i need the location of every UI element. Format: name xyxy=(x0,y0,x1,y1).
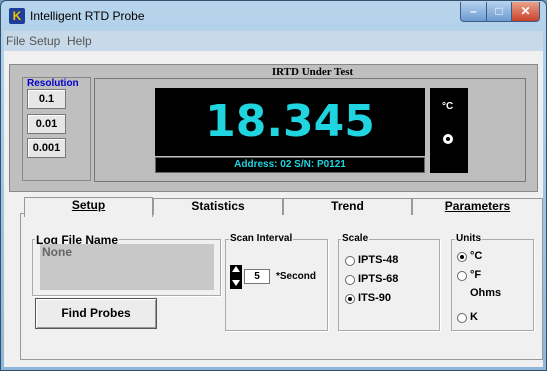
address-serial-label: Address: 02 S/N: P0121 xyxy=(234,159,346,170)
temperature-reading: 18.345 xyxy=(205,96,375,147)
window-title: Intelligent RTD Probe xyxy=(30,9,145,23)
menu-help[interactable]: Help xyxy=(67,34,92,48)
scale-ipts68-radio[interactable] xyxy=(345,275,355,285)
unit-kelvin-radio[interactable] xyxy=(457,313,467,323)
app-logo-icon: K xyxy=(9,8,25,24)
menu-file[interactable]: File xyxy=(6,34,25,48)
menu-bar: File Setup Help xyxy=(4,31,543,51)
unit-celsius-radio[interactable] xyxy=(457,252,467,262)
unit-ohms-label[interactable]: Ohms xyxy=(470,287,501,299)
resolution-0.01-button[interactable]: 0.01 xyxy=(27,114,66,134)
scale-title: Scale xyxy=(341,233,370,244)
device-title: IRTD Under Test xyxy=(271,66,354,78)
tab-parameters[interactable]: Parameters xyxy=(412,198,543,215)
scale-ipts48-radio[interactable] xyxy=(345,256,355,266)
scale-its90-label[interactable]: ITS-90 xyxy=(358,292,391,304)
scale-ipts68-label[interactable]: IPTS-68 xyxy=(358,273,398,285)
status-indicator-icon xyxy=(443,134,453,144)
tab-setup[interactable]: Setup xyxy=(24,197,153,217)
resolution-0.1-button[interactable]: 0.1 xyxy=(27,89,66,109)
tab-statistics[interactable]: Statistics xyxy=(153,198,283,215)
unit-fahrenheit-radio[interactable] xyxy=(457,271,467,281)
close-button[interactable]: ✕ xyxy=(511,2,540,22)
scale-ipts48-label[interactable]: IPTS-48 xyxy=(358,254,398,266)
spin-up-icon[interactable] xyxy=(232,266,240,272)
resolution-0.001-button[interactable]: 0.001 xyxy=(27,138,66,158)
resolution-title: Resolution xyxy=(27,78,79,89)
scale-group xyxy=(338,239,440,331)
scan-interval-unit: *Second xyxy=(276,271,317,282)
scan-interval-input[interactable]: 5 xyxy=(244,269,270,284)
unit-fahrenheit-label[interactable]: °F xyxy=(470,269,481,281)
unit-kelvin-label[interactable]: K xyxy=(470,311,478,323)
menu-setup[interactable]: Setup xyxy=(29,34,60,48)
spin-down-icon[interactable] xyxy=(232,280,240,286)
unit-celsius-label[interactable]: °C xyxy=(470,250,482,262)
title-bar[interactable]: K Intelligent RTD Probe – □ ✕ xyxy=(0,0,545,30)
find-probes-button[interactable]: Find Probes xyxy=(35,298,157,329)
log-file-value: None xyxy=(42,245,72,259)
tab-trend[interactable]: Trend xyxy=(283,198,412,215)
maximize-button[interactable]: □ xyxy=(486,2,512,22)
scan-interval-title: Scan Interval xyxy=(229,233,294,244)
minimize-button[interactable]: – xyxy=(460,2,487,22)
units-title: Units xyxy=(455,233,482,244)
scale-its90-radio[interactable] xyxy=(345,294,355,304)
unit-label: °C xyxy=(442,101,454,112)
